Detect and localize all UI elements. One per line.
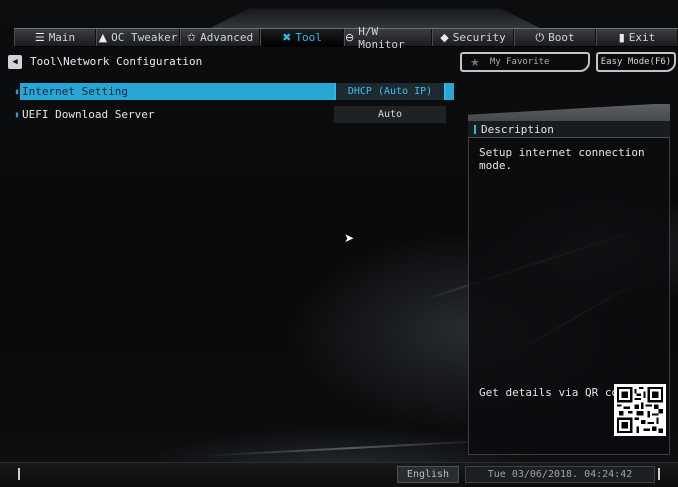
- back-button[interactable]: ◀: [8, 55, 22, 69]
- language-button[interactable]: English: [397, 466, 459, 483]
- tab-exit[interactable]: ▮ Exit: [596, 29, 678, 46]
- tab-security[interactable]: ◆ Security: [432, 29, 514, 46]
- setting-value-dropdown[interactable]: DHCP (Auto IP): [334, 83, 446, 100]
- my-favorite-label: My Favorite: [489, 57, 550, 67]
- mouse-cursor-icon: ➤: [344, 231, 355, 245]
- my-favorite-button[interactable]: ★ My Favorite: [460, 52, 590, 72]
- tab-label: Tool: [295, 31, 322, 44]
- star-icon: ★: [470, 55, 480, 69]
- datetime-display: Tue 03/06/2018. 04:24:42: [465, 466, 655, 483]
- shield-icon: ◆: [440, 31, 449, 44]
- rocket-icon: ▲: [98, 31, 108, 44]
- power-icon: ⏻: [535, 30, 545, 44]
- tab-label: H/W Monitor: [358, 24, 405, 51]
- tab-hw-monitor[interactable]: ⊖ H/W Monitor: [344, 25, 432, 51]
- description-header: Description: [468, 121, 670, 138]
- qr-label: Get details via QR code: [479, 386, 632, 399]
- tab-label: OC Tweaker: [111, 31, 178, 44]
- tab-label: Advanced: [200, 31, 254, 44]
- list-icon: ☰: [34, 31, 45, 44]
- back-arrow-icon: ◀: [12, 57, 18, 67]
- setting-value-dropdown[interactable]: Auto: [334, 106, 446, 123]
- tab-advanced[interactable]: ✩ Advanced: [180, 29, 260, 46]
- description-marker-icon: [474, 124, 476, 134]
- tab-oc-tweaker[interactable]: ▲ OC Tweaker: [96, 29, 180, 46]
- description-text: Setup internet connection mode.: [479, 146, 645, 172]
- tab-boot[interactable]: ⏻ Boot: [514, 29, 596, 46]
- tool-icon: ✖: [282, 31, 292, 44]
- setting-row-uefi-download-server[interactable]: ▮ UEFI Download Server Auto: [14, 106, 454, 123]
- tab-label: Boot: [548, 31, 575, 44]
- qr-code-icon: [614, 384, 666, 436]
- exit-icon: ▮: [618, 31, 625, 44]
- tab-label: Main: [48, 31, 76, 44]
- tab-label: Security: [452, 31, 506, 44]
- easy-mode-button[interactable]: Easy Mode(F6): [596, 52, 676, 72]
- easy-mode-label: Easy Mode(F6): [600, 57, 672, 67]
- tab-main[interactable]: ☰ Main: [14, 29, 96, 46]
- page-title: Tool\Network Configuration: [30, 55, 203, 68]
- description-title: Description: [481, 122, 554, 136]
- tab-tool[interactable]: ✖ Tool: [260, 29, 344, 46]
- status-bar-tick: [658, 468, 660, 480]
- monitor-icon: ⊖: [345, 31, 355, 44]
- tab-label: Exit: [628, 31, 656, 44]
- star-icon: ✩: [186, 31, 197, 44]
- main-nav: ☰ Main ▲ OC Tweaker ✩ Advanced ✖ Tool ⊖ …: [14, 25, 678, 51]
- setting-row-internet-setting[interactable]: ▮ Internet Setting DHCP (Auto IP): [14, 83, 454, 100]
- status-bar-tick: [18, 468, 20, 480]
